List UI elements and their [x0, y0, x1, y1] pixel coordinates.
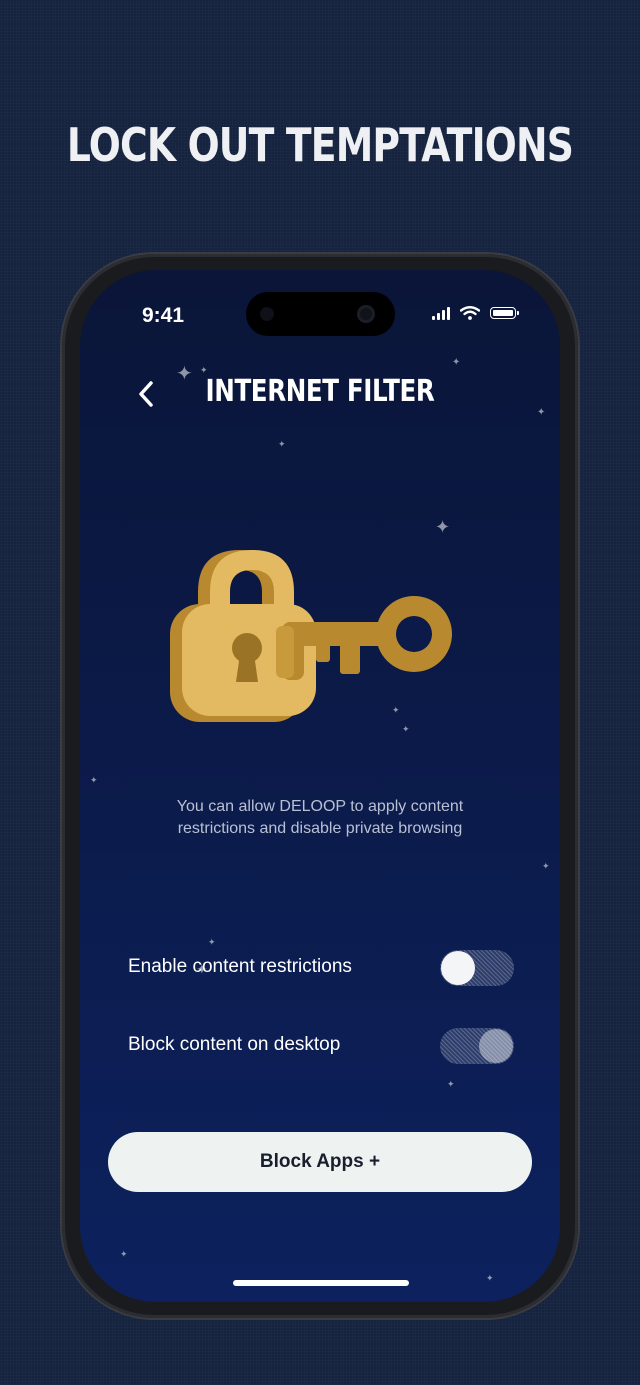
description-text: You can allow DELOOP to apply content re… [176, 798, 464, 837]
setting-label: Enable content restrictions [128, 956, 352, 977]
sparkle-icon: ✦ [486, 1273, 494, 1283]
status-icons [432, 306, 519, 320]
sparkle-icon: ✦ [447, 1079, 455, 1089]
sparkle-icon: ✦ [176, 363, 193, 385]
dynamic-island [246, 292, 395, 336]
sparkle-icon: ✦ [90, 775, 98, 785]
wifi-icon [460, 306, 480, 320]
app-screen: 9:41 INTERNET FILTER ✦ ✦ ✦ ✦ ✦ ✦ ✦ ✦ ✦ ✦… [80, 270, 560, 1302]
sparkle-icon: ✦ [542, 861, 550, 871]
cellular-signal-icon [432, 306, 450, 320]
sparkle-icon: ✦ [452, 357, 461, 368]
toggle-knob [441, 951, 475, 985]
sparkle-icon: ✦ [208, 937, 216, 947]
setting-row-content-restrictions: Enable content restrictions [128, 948, 518, 988]
home-indicator[interactable] [233, 1280, 409, 1286]
sparkle-icon: ✦ [278, 439, 286, 449]
block-desktop-toggle[interactable] [440, 1028, 514, 1064]
battery-icon [490, 307, 519, 319]
status-time: 9:41 [142, 304, 185, 327]
sparkle-icon: ✦ [402, 724, 410, 734]
sensor-icon [260, 307, 274, 321]
phone-frame: 9:41 INTERNET FILTER ✦ ✦ ✦ ✦ ✦ ✦ ✦ ✦ ✦ ✦… [62, 254, 578, 1318]
camera-icon [357, 305, 375, 323]
setting-row-block-desktop: Block content on desktop [128, 1026, 518, 1066]
content-restrictions-toggle[interactable] [440, 950, 514, 986]
toggle-knob [479, 1029, 513, 1063]
sparkle-icon: ✦ [120, 1249, 128, 1259]
padlock-key-illustration [170, 550, 452, 722]
sparkle-icon: ✦ [537, 407, 546, 418]
promo-headline: LOCK OUT TEMPTATIONS [66, 118, 574, 172]
sparkle-icon: ✦ [200, 365, 208, 375]
sparkle-icon: ✦ [435, 517, 451, 537]
status-bar: 9:41 [80, 270, 560, 336]
setting-label: Block content on desktop [128, 1034, 341, 1055]
block-apps-button[interactable]: Block Apps + [108, 1132, 532, 1192]
